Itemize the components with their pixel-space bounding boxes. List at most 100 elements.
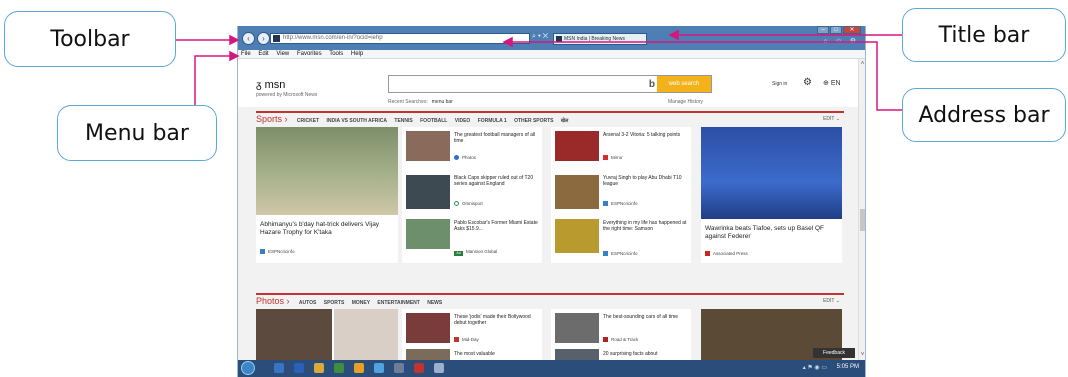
story-source-text: ESPNcricinfo [611,251,638,256]
subnav-football[interactable]: FOOTBALL [420,118,447,124]
story-source-text: Mid-Day [462,337,479,342]
story-source-text: Omnisport [462,201,483,206]
msn-butterfly-icon: ᵹ [256,80,262,91]
language-selector[interactable]: ⊕ EN [823,79,841,87]
subnav-entertainment[interactable]: ENTERTAINMENT [377,300,419,306]
story-source: Mirror [603,155,623,160]
screenshot-stage: ‹ › http://www.msn.com/en-in/?ocid=iehp … [0,0,1068,377]
address-search-refresh-icon[interactable]: ⌕ ▾ ✕ [532,33,548,41]
story-source-text: ESPNcricinfo [611,201,638,206]
story-title: The best-sounding cars of all time [603,314,679,320]
address-bar[interactable]: http://www.msn.com/en-in/?ocid=iehp [270,33,530,44]
menu-favorites[interactable]: Favorites [297,51,322,57]
story-source: Road & Track [603,337,638,342]
subnav-cricket[interactable]: CRICKET [297,118,319,124]
menu-file[interactable]: File [241,51,251,57]
story-thumbnail [555,313,599,343]
subnav-hindi-sports[interactable]: खेल [561,118,568,124]
story-source-text: Road & Track [611,337,639,342]
subnav-news[interactable]: NEWS [427,300,442,306]
right-story-card[interactable]: Wawrinka beats Tiafoe, sets up Basel QF … [701,127,842,263]
subnav-formula1[interactable]: FORMULA 1 [478,118,507,124]
recent-searches-label: Recent Searches: [388,99,428,105]
menubar-arrow [194,55,232,105]
close-icon[interactable]: ✕ [843,26,861,34]
back-button[interactable]: ‹ [242,32,255,45]
lead-story-image [256,127,398,215]
story-title: Arsenal 3-2 Vitoria: 5 talking points [603,132,681,138]
gear-icon[interactable]: ⚙ [803,77,812,88]
right-story-source: Associated Press [705,251,748,256]
vertical-scrollbar[interactable]: ˄ ˅ [858,59,865,360]
explorer-icon[interactable] [314,363,324,373]
menu-edit[interactable]: Edit [258,51,268,57]
maximize-icon[interactable]: □ [830,26,842,34]
app-icon[interactable] [334,363,344,373]
story-thumbnail [406,313,450,343]
photos-lead-card[interactable] [256,309,398,360]
minimize-icon[interactable]: – [817,26,829,34]
msn-logo[interactable]: ᵹ msn [256,79,285,91]
section-title-sports[interactable]: Sports › [256,114,288,124]
scrollbar-thumb[interactable] [860,209,865,231]
story-source: ESPNcricinfo [603,251,638,256]
midday-icon [454,337,459,342]
menu-tools[interactable]: Tools [329,51,343,57]
story-source: ESPNcricinfo [603,201,638,206]
lead-story-card[interactable]: Abhimanyu's b'day hat-trick delivers Vij… [256,127,398,263]
web-search-button[interactable]: web search [657,76,711,92]
story-source-text: Mirror [611,155,623,160]
subnav-autos[interactable]: AUTOS [299,300,316,306]
address-bar-callout: Address bar [902,88,1066,142]
menu-help[interactable]: Help [351,51,363,57]
scroll-up-icon[interactable]: ˄ [859,61,865,67]
outlook-icon[interactable] [354,363,364,373]
app-icon[interactable] [434,363,444,373]
forward-button[interactable]: › [257,32,270,45]
recent-search-item[interactable]: menu bar [432,99,453,105]
scroll-down-icon[interactable]: ˅ [859,352,865,358]
story-title: 20 surprising facts about [603,351,658,357]
acrobat-icon[interactable] [414,363,424,373]
home-favorites-settings-icons[interactable]: ⌂ ☆ ⚙ [823,37,859,45]
section-title-photos[interactable]: Photos › [256,296,290,306]
subnav-tennis[interactable]: TENNIS [394,118,412,124]
mirror-icon [603,155,608,160]
ad-badge: Ad [454,251,463,256]
powered-by: powered by Microsoft News [256,92,318,98]
story-title: The greatest football managers of all ti… [454,132,536,144]
story-thumbnail [555,131,599,161]
story-title: Pablo Escobar's Former Miami Estate Asks… [454,220,538,232]
browser-tab[interactable]: MSN India | Breaking News [553,33,647,45]
tab-title: MSN India | Breaking News [564,36,626,42]
subnav-money[interactable]: MONEY [352,300,370,306]
search-input[interactable]: b web search [388,75,712,93]
subnav-other-sports[interactable]: OTHER SPORTS [514,118,553,124]
page-content: ᵹ msn powered by Microsoft News b web se… [238,59,860,360]
associated-press-icon [705,251,710,256]
lead-story-source-text: ESPNcricinfo [268,249,295,254]
lead-story-source: ESPNcricinfo [260,249,295,254]
feedback-button[interactable]: Feedback [813,348,855,358]
manage-history-link[interactable]: Manage History [668,99,703,105]
sign-in-link[interactable]: Sign in [772,81,787,87]
subnav-india-vs-sa[interactable]: INDIA VS SOUTH AFRICA [327,118,387,124]
word-icon[interactable] [294,363,304,373]
app-icon[interactable] [374,363,384,373]
recent-searches: Recent Searches: menu bar [388,99,453,105]
right-story-title: Wawrinka beats Tiafoe, sets up Basel QF … [705,225,824,240]
ie-icon[interactable] [274,363,284,373]
browser-window: ‹ › http://www.msn.com/en-in/?ocid=iehp … [237,26,866,377]
system-tray-icons[interactable]: ▴ ⚑ ◉ ▭ [803,364,827,371]
subnav-sports[interactable]: SPORTS [324,300,345,306]
start-button-icon[interactable] [241,361,255,375]
title-bar: ‹ › http://www.msn.com/en-in/?ocid=iehp … [238,26,865,50]
espncricinfo-icon [603,201,608,206]
subnav-video[interactable]: VIDEO [455,118,471,124]
edit-button[interactable]: EDIT ⌄ [823,295,840,307]
app-icon[interactable] [394,363,404,373]
edit-button[interactable]: EDIT ⌄ [823,113,840,125]
menu-view[interactable]: View [276,51,289,57]
espncricinfo-icon [260,249,265,254]
menu-bar-callout: Menu bar [57,105,217,161]
